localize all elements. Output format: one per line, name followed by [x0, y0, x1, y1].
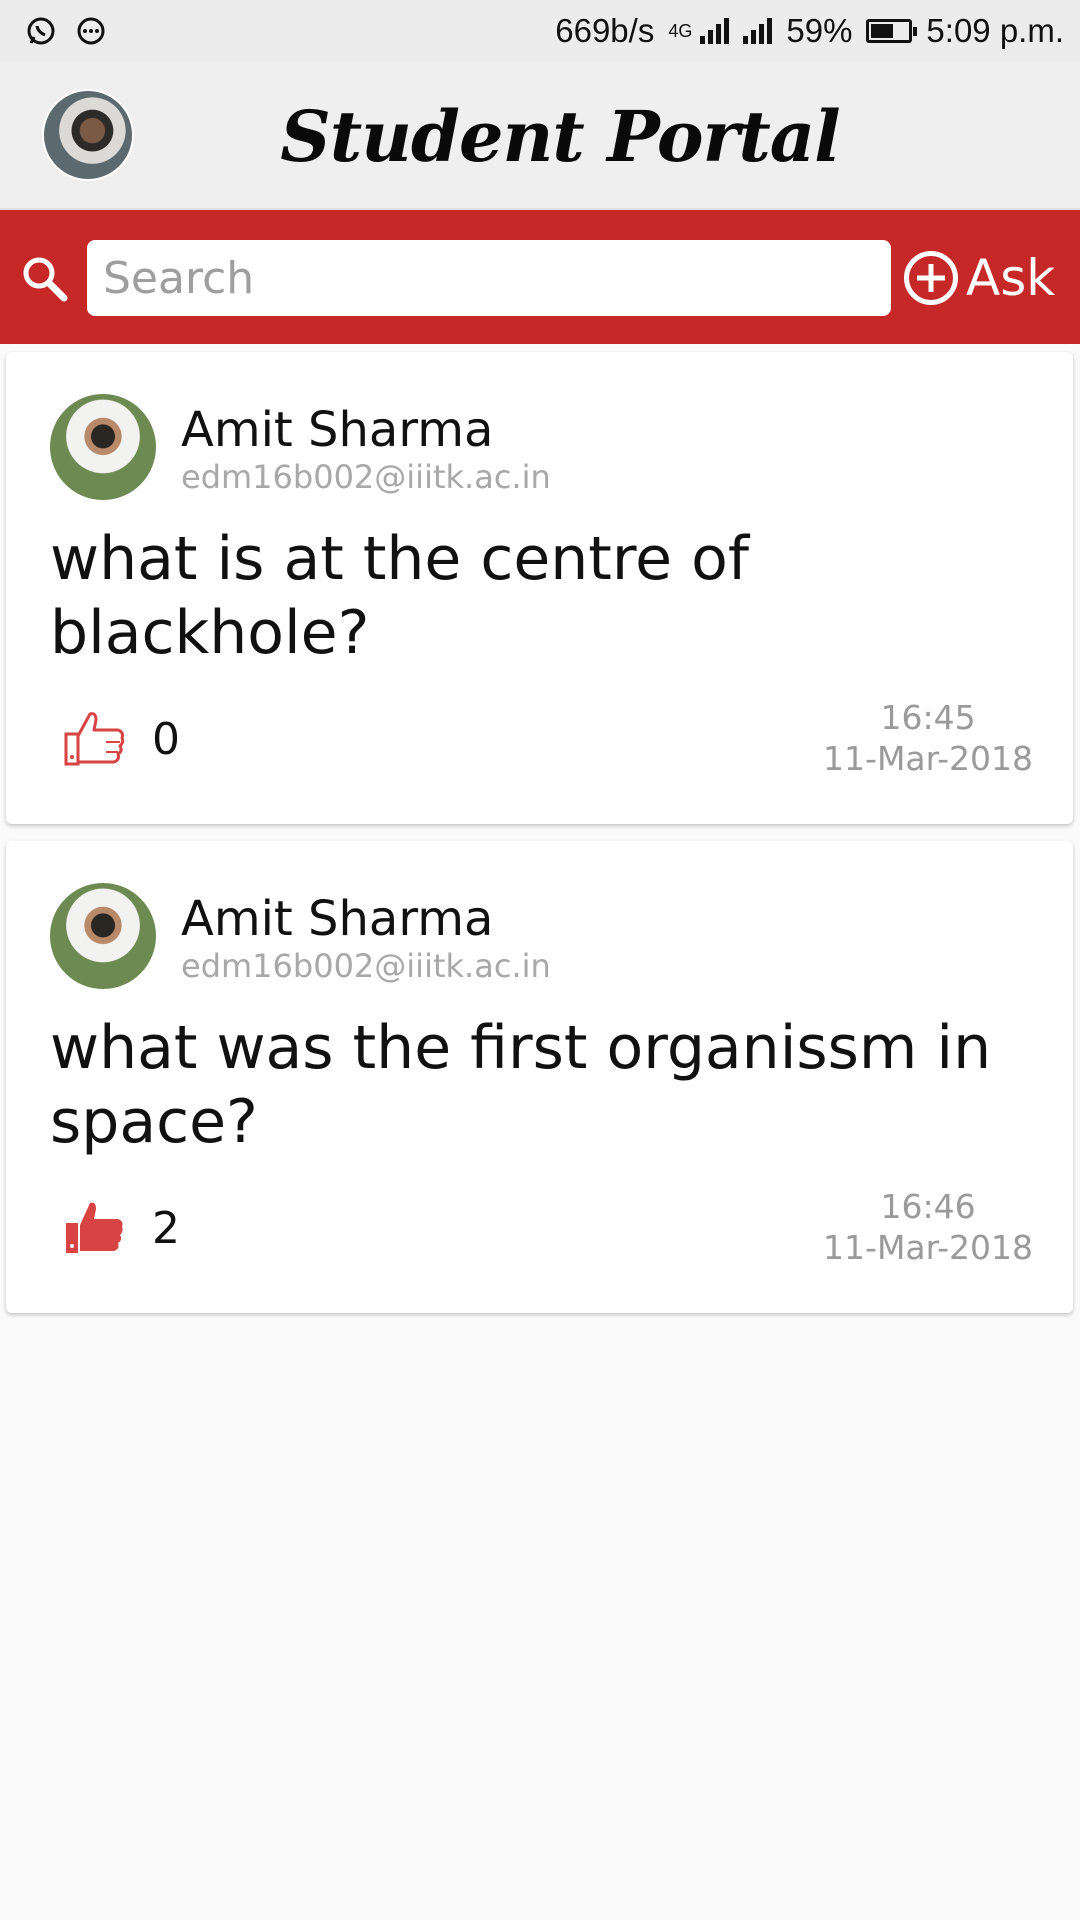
- app-bar: Student Portal: [0, 62, 1080, 210]
- battery-percent: 59%: [786, 12, 853, 49]
- post-time: 16:46: [880, 1187, 976, 1226]
- status-bar: 669b/s 4G 59% 5:09 p.m.: [0, 0, 1080, 62]
- post-time: 16:45: [880, 698, 976, 737]
- post-date: 11-Mar-2018: [823, 739, 1033, 778]
- author-name: Amit Sharma: [181, 891, 494, 947]
- clock: 5:09 p.m.: [926, 12, 1064, 49]
- like-count: 0: [152, 714, 180, 765]
- network-speed: 669b/s: [555, 12, 655, 49]
- author-email: edm16b002@iiitk.ac.in: [181, 458, 551, 496]
- post-date: 11-Mar-2018: [823, 1228, 1033, 1267]
- post-timestamp: 16:45 11-Mar-2018: [823, 697, 1033, 779]
- signal-icon-2: [743, 18, 773, 44]
- ask-button[interactable]: Ask: [904, 238, 1055, 318]
- post-timestamp: 16:46 11-Mar-2018: [823, 1186, 1033, 1268]
- network-type: 4G: [668, 20, 693, 41]
- signal-icon: [700, 18, 730, 44]
- whatsapp-icon: [27, 17, 55, 45]
- app-title: Student Portal: [280, 94, 840, 178]
- author-name: Amit Sharma: [181, 402, 494, 458]
- question-text: what was the first organissm in space?: [50, 1013, 992, 1157]
- question-card[interactable]: Amit Sharma edm16b002@iiitk.ac.in what w…: [6, 841, 1073, 1313]
- battery-icon: [866, 19, 918, 43]
- author-avatar[interactable]: [50, 394, 156, 500]
- thumbs-up-outline-icon[interactable]: [62, 708, 128, 768]
- question-card[interactable]: Amit Sharma edm16b002@iiitk.ac.in what i…: [6, 352, 1073, 824]
- status-notification-icons: [0, 16, 106, 46]
- search-icon[interactable]: [18, 252, 72, 306]
- thumbs-up-filled-icon[interactable]: [62, 1197, 128, 1257]
- ask-label: Ask: [966, 249, 1056, 307]
- add-circle-icon: [904, 251, 958, 305]
- chat-bubble-icon: [77, 17, 105, 45]
- search-input[interactable]: [87, 240, 891, 316]
- author-email: edm16b002@iiitk.ac.in: [181, 947, 551, 985]
- author-avatar[interactable]: [50, 883, 156, 989]
- search-bar: Ask: [0, 210, 1080, 344]
- like-count: 2: [152, 1203, 180, 1254]
- question-text: what is at the centre of blackhole?: [50, 524, 749, 668]
